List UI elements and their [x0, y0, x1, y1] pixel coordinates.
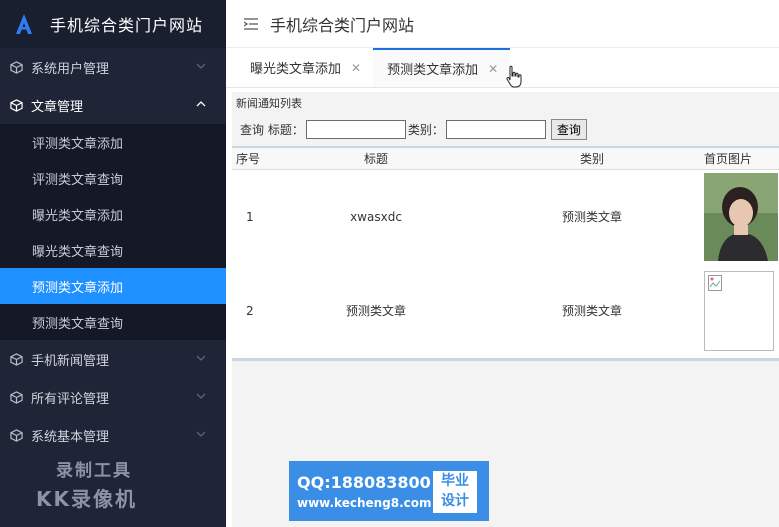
- cell-title: 预测类文章: [345, 304, 406, 319]
- cell-category: 预测类文章: [561, 210, 622, 225]
- cube-icon: [10, 98, 23, 112]
- sidebar-group-users[interactable]: 系统用户管理: [0, 48, 226, 86]
- sidebar: 手机综合类门户网站 系统用户管理 文章管理 评测类文章添加 评测类文章查询 曝光…: [0, 0, 226, 527]
- title-search-input[interactable]: [305, 119, 406, 139]
- search-category-label: 类别：: [407, 122, 444, 137]
- banner-site: www.kecheng8.com: [297, 495, 432, 510]
- badge-line2: 设计: [441, 493, 469, 509]
- sidebar-group-label: 系统基本管理: [31, 429, 110, 445]
- watermark-line1: 录制工具: [56, 461, 132, 481]
- sidebar-item-review-add[interactable]: 评测类文章添加: [0, 124, 226, 160]
- header-category: 类别: [579, 151, 604, 166]
- sidebar-group-system[interactable]: 系统基本管理: [0, 416, 226, 454]
- tab-forecast-add[interactable]: 预测类文章添加 ✕: [373, 48, 511, 87]
- cell-no: 1: [246, 209, 254, 224]
- logo-icon: [16, 14, 32, 34]
- close-icon[interactable]: ✕: [351, 61, 361, 75]
- banner-qq: QQ:188083800: [297, 472, 431, 492]
- sidebar-group-label: 手机新闻管理: [31, 353, 110, 369]
- menu-toggle-icon[interactable]: [244, 17, 258, 30]
- panel-title: 新闻通知列表: [236, 97, 302, 110]
- cell-title: xwasxdc: [350, 209, 402, 224]
- tab-label: 曝光类文章添加: [250, 62, 342, 77]
- search-button[interactable]: 查询: [550, 118, 587, 140]
- cell-no: 2: [246, 303, 254, 318]
- sidebar-group-comments[interactable]: 所有评论管理: [0, 378, 226, 416]
- brand-title: 手机综合类门户网站: [50, 16, 204, 35]
- sidebar-group-label: 所有评论管理: [31, 391, 110, 407]
- header-no: 序号: [236, 151, 261, 166]
- cube-icon: [10, 428, 23, 442]
- table-row[interactable]: 1 xwasxdc 预测类文章: [232, 169, 779, 264]
- cell-image: [700, 264, 779, 359]
- category-search-input[interactable]: [445, 119, 546, 139]
- promo-banner: QQ:188083800 www.kecheng8.com 毕业 设计: [289, 461, 489, 521]
- sidebar-group-label: 系统用户管理: [31, 61, 110, 77]
- hand-cursor-icon: [506, 65, 522, 88]
- sidebar-item-exposure-add[interactable]: 曝光类文章添加: [0, 196, 226, 232]
- tab-exposure-add[interactable]: 曝光类文章添加 ✕: [226, 48, 373, 87]
- close-icon[interactable]: ✕: [488, 62, 498, 76]
- cell-category: 预测类文章: [561, 304, 622, 319]
- header-title: 手机综合类门户网站: [270, 15, 415, 35]
- banner-badge: 毕业 设计: [433, 471, 477, 513]
- chevron-up-icon: [196, 101, 206, 107]
- sidebar-item-forecast-query[interactable]: 预测类文章查询: [0, 304, 226, 340]
- header-title: 标题: [363, 151, 388, 166]
- sidebar-item-exposure-query[interactable]: 曝光类文章查询: [0, 232, 226, 268]
- sidebar-group-news[interactable]: 手机新闻管理: [0, 340, 226, 378]
- sidebar-group-articles[interactable]: 文章管理: [0, 86, 226, 124]
- broken-image-icon: [708, 274, 722, 291]
- tab-label: 预测类文章添加: [387, 63, 479, 78]
- broken-image[interactable]: [704, 270, 774, 351]
- top-header: 手机综合类门户网站: [226, 0, 779, 48]
- thumbnail-photo[interactable]: [704, 172, 778, 261]
- chevron-down-icon: [196, 393, 206, 399]
- chevron-down-icon: [196, 355, 206, 361]
- table-row[interactable]: 2 预测类文章 预测类文章: [232, 264, 779, 359]
- cube-icon: [10, 352, 23, 366]
- search-title-label: 查询 标题：: [240, 122, 304, 137]
- cell-image: [700, 169, 779, 264]
- watermark-line2: KK录像机: [36, 487, 137, 511]
- table-header-row: 序号 标题 类别 首页图片: [232, 147, 779, 169]
- cube-icon: [10, 60, 23, 74]
- header-image: 首页图片: [704, 151, 753, 166]
- sidebar-submenu-articles: 评测类文章添加 评测类文章查询 曝光类文章添加 曝光类文章查询 预测类文章添加 …: [0, 124, 226, 340]
- news-table: 序号 标题 类别 首页图片 1 xwasxdc 预测类文章 2 预测类文章 预测…: [232, 146, 779, 361]
- cube-icon: [10, 390, 23, 404]
- sidebar-item-forecast-add[interactable]: 预测类文章添加: [0, 268, 226, 304]
- sidebar-group-label: 文章管理: [31, 99, 84, 115]
- sidebar-item-review-query[interactable]: 评测类文章查询: [0, 160, 226, 196]
- chevron-down-icon: [196, 63, 206, 69]
- brand: 手机综合类门户网站: [0, 0, 226, 48]
- chevron-down-icon: [196, 431, 206, 437]
- search-bar: 查询 标题： 类别： 查询: [232, 116, 779, 142]
- tab-bar: 曝光类文章添加 ✕ 预测类文章添加 ✕: [226, 48, 779, 88]
- badge-line1: 毕业: [441, 473, 469, 489]
